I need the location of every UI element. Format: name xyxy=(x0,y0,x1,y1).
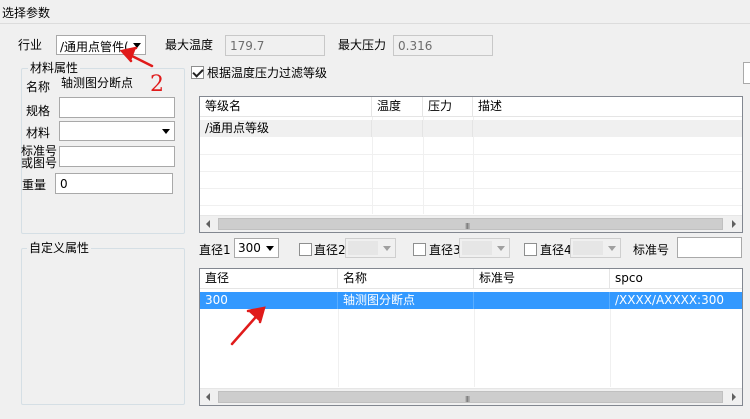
annotation-overlay xyxy=(119,46,266,346)
annotation-arrow-icon xyxy=(230,306,266,346)
annotation-arrow-icon xyxy=(119,46,154,68)
annotation-number: 2 xyxy=(150,72,164,97)
